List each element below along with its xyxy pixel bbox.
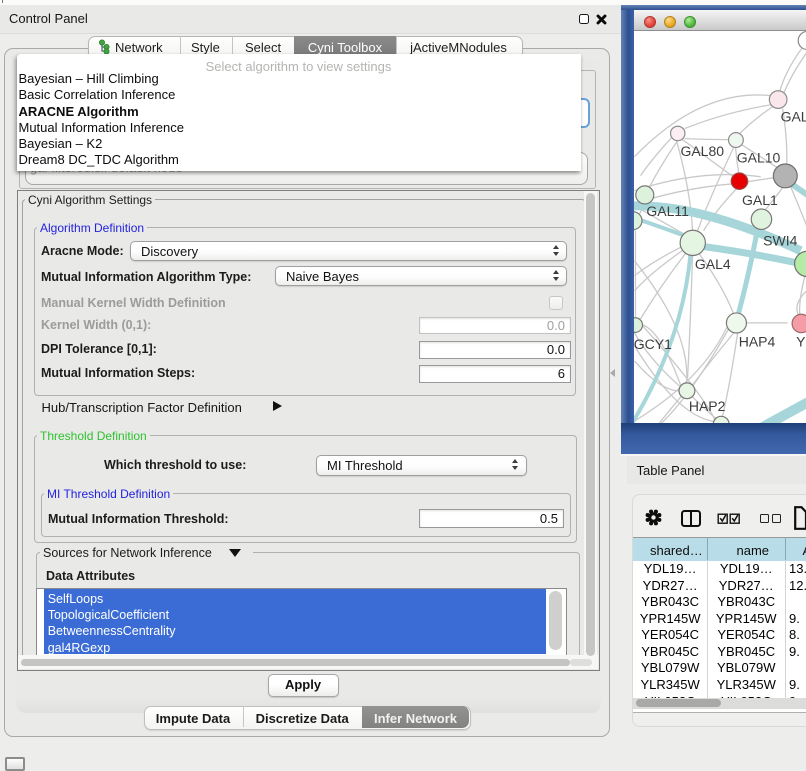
svg-text:GAL1: GAL1: [742, 192, 778, 208]
svg-text:YM: YM: [796, 333, 806, 349]
svg-text:GAL2: GAL2: [780, 108, 806, 124]
svg-text:GAL11: GAL11: [646, 203, 689, 219]
svg-text:HAP2: HAP2: [689, 398, 726, 414]
svg-text:GCY1: GCY1: [634, 336, 672, 352]
svg-text:GAL4: GAL4: [695, 256, 731, 272]
svg-text:SWI4: SWI4: [763, 232, 797, 248]
svg-text:GAL10: GAL10: [737, 149, 781, 165]
svg-text:GAL80: GAL80: [680, 142, 724, 158]
svg-text:HAP4: HAP4: [739, 333, 776, 349]
